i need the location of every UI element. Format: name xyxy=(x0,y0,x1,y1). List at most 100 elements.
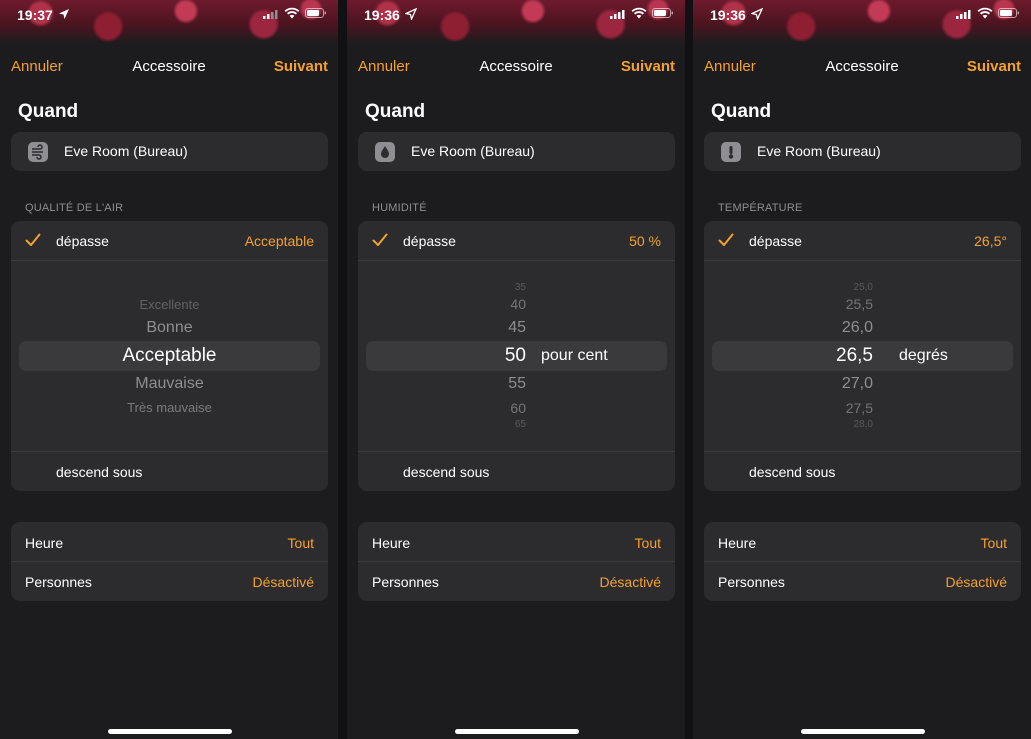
condition-card: dépasse Acceptable Excellente Bonne Acce… xyxy=(11,221,328,491)
picker-row[interactable]: Bonne xyxy=(11,319,328,337)
value-picker[interactable]: 35 40 45 50 55 60 65 pour cent xyxy=(358,261,675,451)
picker-row[interactable]: Mauvaise xyxy=(11,375,328,393)
accessory-row[interactable]: Eve Room (Bureau) xyxy=(11,132,328,171)
next-button[interactable]: Suivant xyxy=(274,58,328,75)
section-title: Quand xyxy=(711,101,772,122)
cancel-button[interactable]: Annuler xyxy=(11,58,63,75)
home-indicator[interactable] xyxy=(455,729,579,734)
picker-row[interactable]: 26,0 xyxy=(833,319,873,337)
separator xyxy=(358,451,675,452)
people-value[interactable]: Désactivé xyxy=(253,574,314,590)
wifi-icon xyxy=(631,7,647,19)
time-value[interactable]: Tout xyxy=(981,535,1007,551)
value-picker[interactable]: 25,0 25,5 26,0 26,5 27,0 27,5 28,0 degré… xyxy=(704,261,1021,451)
battery-icon xyxy=(998,8,1019,18)
water-drop-icon xyxy=(375,142,395,162)
air-quality-icon xyxy=(28,142,48,162)
picker-row-selected[interactable]: Acceptable xyxy=(11,345,328,367)
condition-below-label[interactable]: descend sous xyxy=(403,464,489,480)
picker-row[interactable]: 28,0 xyxy=(833,419,873,430)
navigation-bar: Accessoire Annuler Suivant xyxy=(693,58,1031,78)
people-value[interactable]: Désactivé xyxy=(600,574,661,590)
separator xyxy=(704,561,1021,562)
settings-card: Heure Tout Personnes Désactivé xyxy=(11,522,328,601)
picker-row[interactable]: 35 xyxy=(486,282,526,293)
group-label: TEMPÉRATURE xyxy=(718,202,803,214)
group-label: HUMIDITÉ xyxy=(372,202,427,214)
status-bar: 19:36 xyxy=(347,0,685,44)
navigation-bar: Accessoire Annuler Suivant xyxy=(0,58,338,78)
picker-row[interactable]: Excellente xyxy=(11,297,328,312)
condition-below-label[interactable]: descend sous xyxy=(56,464,142,480)
section-title: Quand xyxy=(365,101,426,122)
people-value[interactable]: Désactivé xyxy=(946,574,1007,590)
picker-row[interactable]: 65 xyxy=(486,419,526,430)
picker-row[interactable]: 40 xyxy=(486,296,526,312)
time-value[interactable]: Tout xyxy=(635,535,661,551)
condition-below-label[interactable]: descend sous xyxy=(749,464,835,480)
condition-card: dépasse 26,5° 25,0 25,5 26,0 26,5 27,0 2… xyxy=(704,221,1021,491)
checkmark-icon xyxy=(25,233,41,246)
accessory-row[interactable]: Eve Room (Bureau) xyxy=(704,132,1021,171)
checkmark-icon xyxy=(372,233,388,246)
status-bar: 19:36 xyxy=(693,0,1031,44)
screen-temperature: 19:36 Accessoire Annuler Suivant Quand E… xyxy=(693,0,1031,739)
picker-row[interactable]: 27,5 xyxy=(833,400,873,416)
time-label[interactable]: Heure xyxy=(718,535,756,551)
accessory-row[interactable]: Eve Room (Bureau) xyxy=(358,132,675,171)
picker-row[interactable]: 55 xyxy=(486,375,526,393)
accessory-name: Eve Room (Bureau) xyxy=(411,143,535,159)
cellular-signal-icon xyxy=(956,10,971,19)
location-arrow-icon xyxy=(751,8,763,20)
separator xyxy=(11,561,328,562)
status-time: 19:37 xyxy=(17,7,53,23)
accessory-name: Eve Room (Bureau) xyxy=(757,143,881,159)
battery-icon xyxy=(652,8,673,18)
next-button[interactable]: Suivant xyxy=(621,58,675,75)
picker-row-selected[interactable]: 26,5 xyxy=(833,345,873,367)
value-picker[interactable]: Excellente Bonne Acceptable Mauvaise Trè… xyxy=(11,261,328,451)
separator xyxy=(704,451,1021,452)
people-label[interactable]: Personnes xyxy=(718,574,785,590)
battery-icon xyxy=(305,8,326,18)
picker-row[interactable]: 25,0 xyxy=(833,282,873,293)
settings-card: Heure Tout Personnes Désactivé xyxy=(358,522,675,601)
time-label[interactable]: Heure xyxy=(25,535,63,551)
section-title: Quand xyxy=(18,101,79,122)
condition-above-value: 26,5° xyxy=(974,233,1007,249)
condition-above-label[interactable]: dépasse xyxy=(749,233,802,249)
location-arrow-icon xyxy=(59,9,69,19)
screen-divider xyxy=(684,0,693,739)
condition-above-value: 50 % xyxy=(629,233,661,249)
screen-divider xyxy=(338,0,347,739)
picker-row[interactable]: 45 xyxy=(486,319,526,337)
cancel-button[interactable]: Annuler xyxy=(358,58,410,75)
cellular-signal-icon xyxy=(263,10,278,19)
time-label[interactable]: Heure xyxy=(372,535,410,551)
cellular-signal-icon xyxy=(610,10,625,19)
home-indicator[interactable] xyxy=(801,729,925,734)
wifi-icon xyxy=(977,7,993,19)
condition-above-label[interactable]: dépasse xyxy=(403,233,456,249)
cancel-button[interactable]: Annuler xyxy=(704,58,756,75)
people-label[interactable]: Personnes xyxy=(372,574,439,590)
condition-above-label[interactable]: dépasse xyxy=(56,233,109,249)
checkmark-icon xyxy=(718,233,734,246)
settings-card: Heure Tout Personnes Désactivé xyxy=(704,522,1021,601)
status-time: 19:36 xyxy=(364,7,400,23)
next-button[interactable]: Suivant xyxy=(967,58,1021,75)
home-indicator[interactable] xyxy=(108,729,232,734)
location-arrow-icon xyxy=(405,8,417,20)
picker-row[interactable]: 60 xyxy=(486,400,526,416)
people-label[interactable]: Personnes xyxy=(25,574,92,590)
picker-row[interactable]: 25,5 xyxy=(833,296,873,312)
separator xyxy=(358,561,675,562)
time-value[interactable]: Tout xyxy=(288,535,314,551)
picker-row-selected[interactable]: 50 xyxy=(486,345,526,367)
condition-above-value: Acceptable xyxy=(244,233,314,249)
accessory-name: Eve Room (Bureau) xyxy=(64,143,188,159)
screen-humidity: 19:36 Accessoire Annuler Suivant Quand E… xyxy=(347,0,685,739)
picker-row[interactable]: Très mauvaise xyxy=(11,400,328,415)
group-label: QUALITÉ DE L'AIR xyxy=(25,202,124,214)
picker-row[interactable]: 27,0 xyxy=(833,375,873,393)
